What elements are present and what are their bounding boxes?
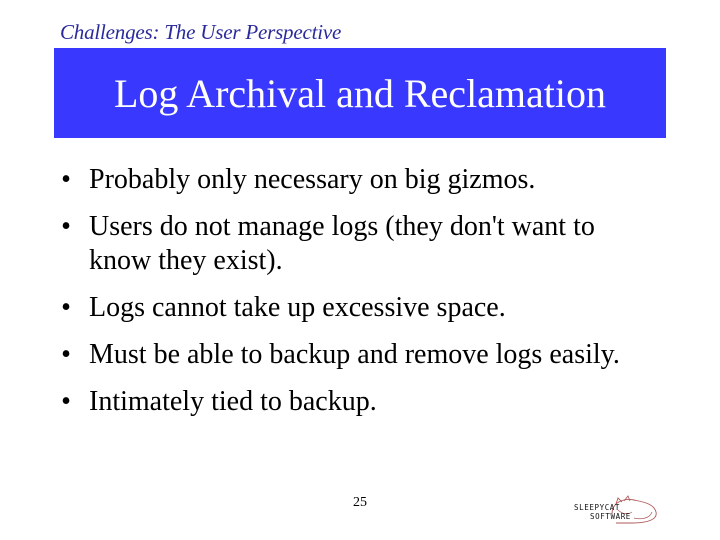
slide-title: Log Archival and Reclamation [113,71,607,116]
bullet-item: • Logs cannot take up excessive space. [56,291,656,325]
bullet-icon: • [61,339,71,370]
bullet-item: • Users do not manage logs (they don't w… [56,210,656,278]
bullet-icon: • [61,164,71,195]
logo-line2: SOFTWARE [590,512,631,521]
bullet-item: • Intimately tied to backup. [56,385,656,419]
bullet-icon: • [61,386,71,417]
title-banner: Log Archival and Reclamation [54,48,666,138]
sleepycat-logo: SLEEPYCAT SOFTWARE [574,495,657,524]
section-label: Challenges: The User Perspective [60,20,342,44]
bullet-item: • Probably only necessary on big gizmos. [56,163,656,197]
bullet-text: Logs cannot take up excessive space. [89,292,506,323]
bullet-icon: • [61,211,71,242]
bullet-icon: • [61,292,71,323]
bullet-text: Users do not manage logs (they don't wan… [89,211,595,276]
logo-line1: SLEEPYCAT [574,503,620,512]
bullet-text: Probably only necessary on big gizmos. [89,164,536,195]
page-number: 25 [353,495,367,510]
bullet-list: • Probably only necessary on big gizmos.… [56,163,656,432]
bullet-text: Intimately tied to backup. [89,386,377,417]
bullet-item: • Must be able to backup and remove logs… [56,338,656,372]
bullet-text: Must be able to backup and remove logs e… [89,339,620,370]
